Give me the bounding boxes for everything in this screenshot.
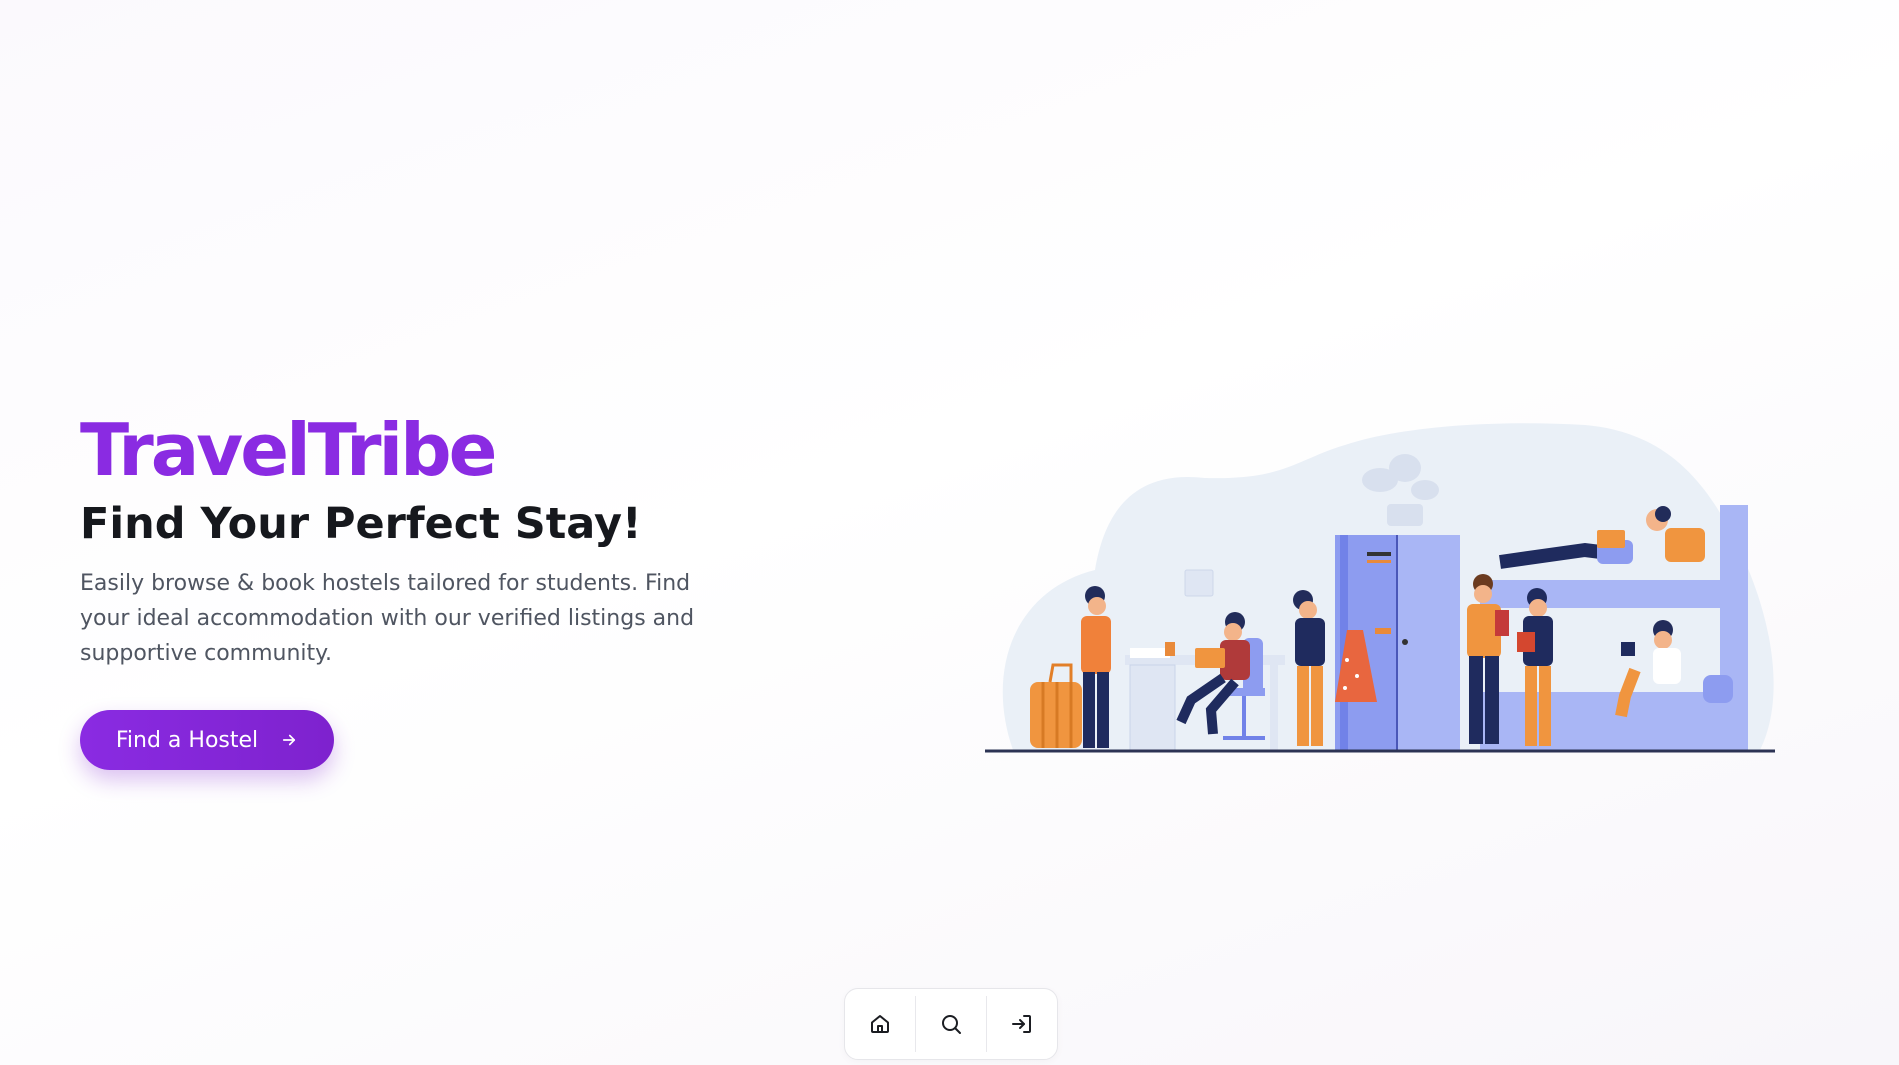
- find-hostel-button[interactable]: Find a Hostel: [80, 710, 334, 770]
- hero-headline: Find Your Perfect Stay!: [80, 499, 642, 549]
- hostel-illustration: [985, 423, 1775, 753]
- brand-title: TravelTribe: [80, 408, 498, 492]
- bottom-dock: [844, 988, 1058, 1060]
- arrow-right-icon: [280, 731, 298, 749]
- hero-section: TravelTribe Find Your Perfect Stay! Easi…: [80, 408, 720, 671]
- find-hostel-label: Find a Hostel: [115, 727, 259, 753]
- wall-frame: [1184, 569, 1214, 597]
- hero-description: Easily browse & book hostels tailored fo…: [80, 571, 695, 666]
- home-button[interactable]: [845, 988, 915, 1060]
- home-icon: [871, 1015, 889, 1033]
- search-button[interactable]: [916, 988, 986, 1060]
- search-icon: [942, 1015, 961, 1034]
- login-button[interactable]: [987, 988, 1057, 1060]
- login-icon: [1012, 1015, 1031, 1033]
